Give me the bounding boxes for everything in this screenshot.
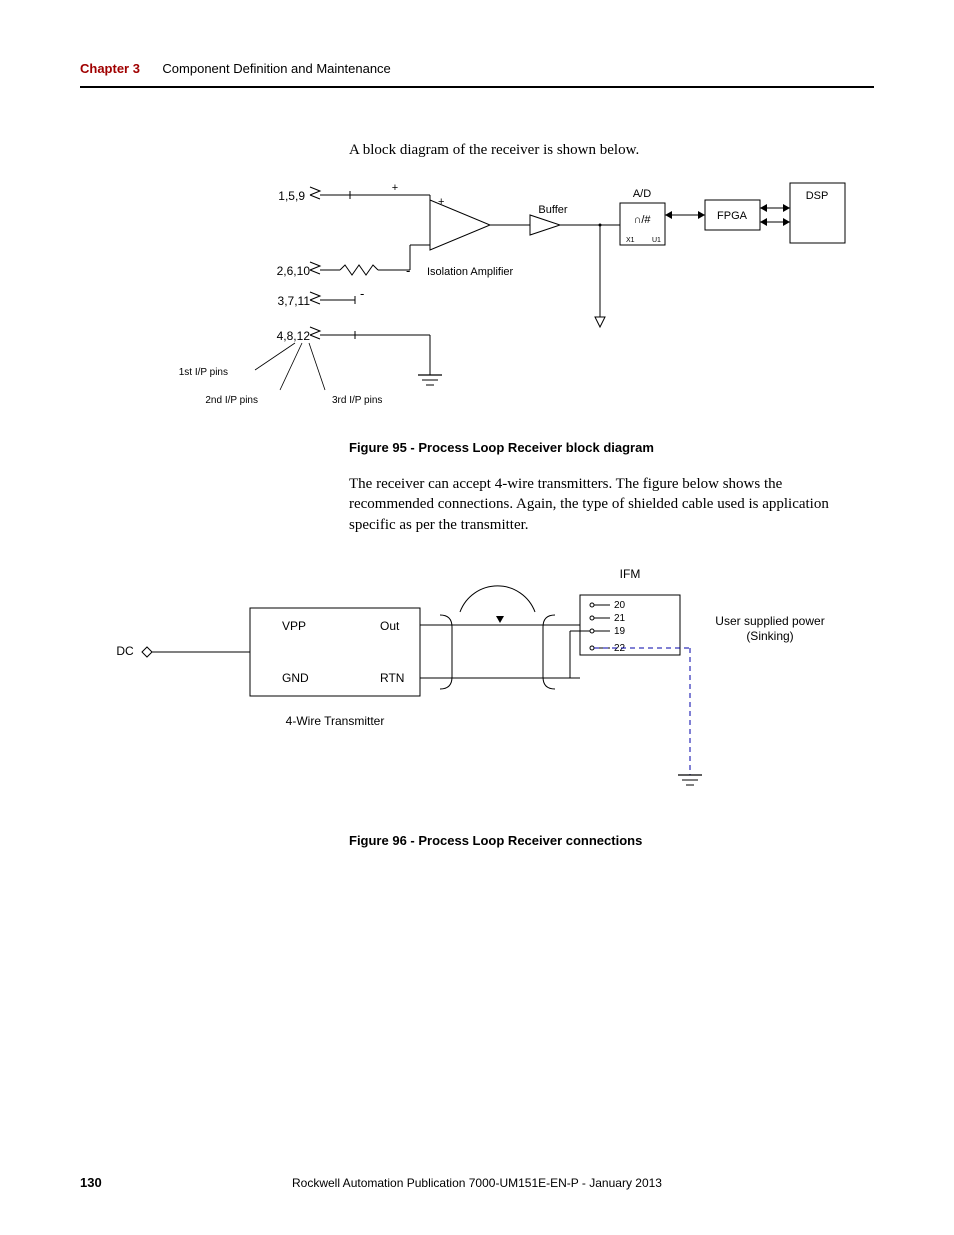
chapter-title: Component Definition and Maintenance (162, 61, 390, 76)
transmitter-label: 4-Wire Transmitter (286, 714, 385, 728)
note-3rd-ip: 3rd I/P pins (332, 395, 382, 406)
pins-3711: 3,7,11 (278, 294, 311, 308)
page: Chapter 3 Component Definition and Maint… (0, 0, 954, 1235)
ad-symbol: ∩/# (633, 214, 651, 226)
intro-paragraph-1: A block diagram of the receiver is shown… (349, 140, 869, 160)
ifm-label: IFM (620, 567, 641, 581)
chapter-label: Chapter 3 (80, 61, 140, 76)
plus-top-left: + (392, 182, 398, 194)
figure-96-diagram: DC VPP Out GND RTN 4-Wire Transmitter IF… (100, 560, 870, 810)
ad-label: A/D (633, 188, 651, 200)
figure-96-caption: Figure 96 - Process Loop Receiver connec… (349, 833, 642, 848)
user-power-2: (Sinking) (746, 629, 793, 643)
pin-21: 21 (614, 613, 626, 624)
pin-20: 20 (614, 600, 626, 611)
page-header: Chapter 3 Component Definition and Maint… (80, 60, 874, 78)
minus-row3: - (360, 286, 364, 301)
plus-amp: + (438, 196, 444, 208)
buffer-label: Buffer (538, 204, 567, 216)
intro-paragraph-2: The receiver can accept 4-wire transmitt… (349, 474, 869, 535)
dsp-label: DSP (806, 190, 829, 202)
footer-publication: Rockwell Automation Publication 7000-UM1… (80, 1176, 874, 1190)
note-2nd-ip: 2nd I/P pins (205, 395, 258, 406)
pins-4812: 4,8,12 (277, 329, 311, 343)
ad-x1: X1 (626, 237, 635, 244)
note-1st-ip: 1st I/P pins (179, 367, 228, 378)
dc-label: DC (116, 644, 134, 658)
fpga-label: FPGA (717, 210, 748, 222)
user-power-1: User supplied power (715, 614, 824, 628)
pins-2610: 2,6,10 (277, 264, 311, 278)
gnd: GND (282, 671, 309, 685)
out: Out (380, 619, 400, 633)
minus-amp: - (406, 263, 410, 278)
figure-95-caption: Figure 95 - Process Loop Receiver block … (349, 440, 654, 455)
header-rule (80, 86, 874, 88)
vpp: VPP (282, 619, 306, 633)
figure-95-diagram: 1,5,9 2,6,10 3,7,11 4,8,12 1st I/P pins … (110, 175, 860, 415)
iso-amp-label: Isolation Amplifier (427, 266, 514, 278)
rtn: RTN (380, 671, 404, 685)
pins-159: 1,5,9 (278, 189, 305, 203)
ad-u1: U1 (652, 237, 661, 244)
pin-19: 19 (614, 626, 626, 637)
